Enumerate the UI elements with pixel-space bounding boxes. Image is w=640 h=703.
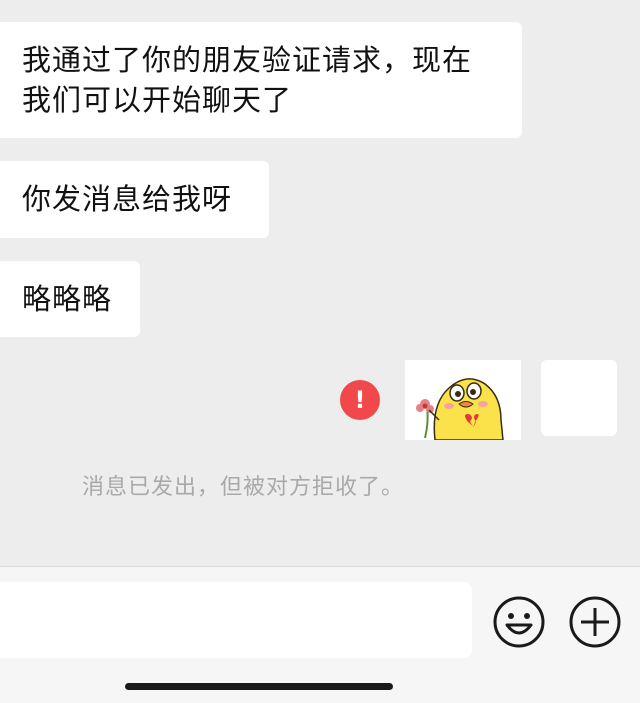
yellow-chick-sticker[interactable] [405,360,521,441]
avatar[interactable] [541,360,617,436]
received-message-bubble[interactable]: 我通过了你的朋友验证请求，现在 我们可以开始聊天了 [0,22,522,138]
message-input[interactable] [0,582,472,658]
emoji-icon [493,596,545,648]
received-message-bubble[interactable]: 略略略 [0,261,140,337]
emoji-button[interactable] [492,595,546,649]
input-bar [0,566,640,703]
plus-icon [569,596,621,648]
system-note: 消息已发出，但被对方拒收了。 [82,475,405,500]
sent-message-row: ! [0,360,640,441]
received-message-bubble[interactable]: 你发消息给我呀 [0,161,269,238]
message-list: 我通过了你的朋友验证请求，现在 我们可以开始聊天了 你发消息给我呀 略略略 ! [0,0,640,566]
home-indicator[interactable] [125,683,393,690]
exclamation-icon[interactable]: ! [340,380,380,420]
more-button[interactable] [568,595,622,649]
chat-screen: 我通过了你的朋友验证请求，现在 我们可以开始聊天了 你发消息给我呀 略略略 ! [0,0,640,703]
chick-sticker-image [416,378,504,441]
